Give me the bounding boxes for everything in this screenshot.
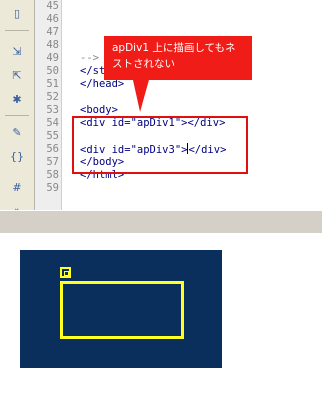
handle-inner xyxy=(64,271,69,276)
callout-pointer xyxy=(131,77,151,115)
pane-splitter[interactable] xyxy=(0,210,322,234)
code-view[interactable]: ▯ ⇲ ⇱ ✱ ✎ {} # » 45 46 47 48 49 50 51 52… xyxy=(0,0,322,210)
annotation-line-2: ストされない xyxy=(112,58,175,70)
apdiv-box[interactable] xyxy=(60,281,184,339)
annotation-callout: apDiv1 上に描画してもネ ストされない xyxy=(104,36,252,80)
annotation-line-1: apDiv1 上に描画してもネ xyxy=(112,42,236,54)
apdiv-selection-handle[interactable] xyxy=(60,267,71,278)
